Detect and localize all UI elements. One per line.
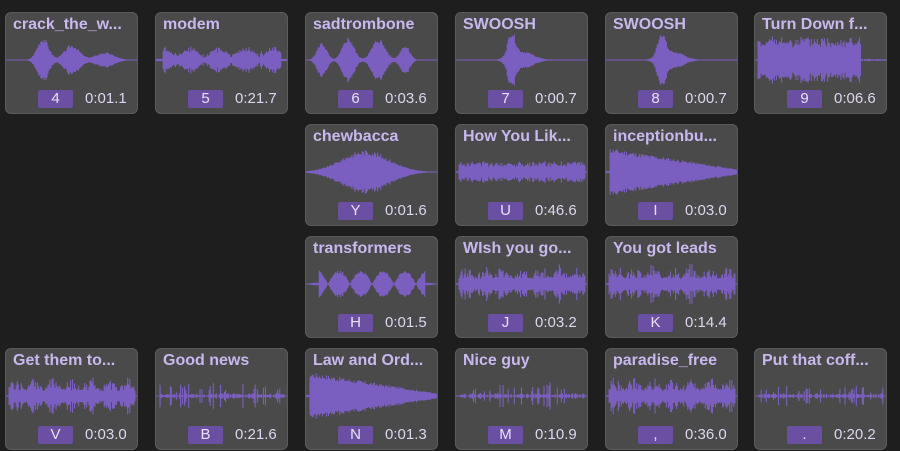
sound-pad[interactable]: sadtrombone 6 0:03.6 bbox=[305, 12, 438, 114]
waveform-graphic bbox=[456, 264, 587, 304]
pad-title: modem bbox=[163, 16, 220, 33]
waveform-graphic bbox=[6, 39, 137, 81]
sound-pad[interactable]: Get them to... V 0:03.0 bbox=[5, 348, 138, 450]
sound-pad[interactable]: SWOOSH 8 0:00.7 bbox=[605, 12, 738, 114]
pad-duration: 0:01.5 bbox=[385, 314, 427, 331]
pad-title: paradise_free bbox=[613, 352, 718, 369]
pad-title: Nice guy bbox=[463, 352, 530, 369]
waveform-graphic bbox=[456, 34, 587, 86]
hotkey-badge: N bbox=[338, 426, 373, 444]
pad-duration: 0:21.7 bbox=[235, 90, 277, 107]
pad-title: Good news bbox=[163, 352, 250, 369]
sound-pad[interactable]: crack_the_w... 4 0:01.1 bbox=[5, 12, 138, 114]
pad-title: crack_the_w... bbox=[13, 16, 122, 33]
hotkey-badge: I bbox=[638, 202, 673, 220]
hotkey-badge: . bbox=[787, 426, 822, 444]
sound-pad[interactable]: Good news B 0:21.6 bbox=[155, 348, 288, 450]
pad-duration: 0:01.6 bbox=[385, 202, 427, 219]
waveform-graphic bbox=[606, 35, 737, 85]
pad-title: chewbacca bbox=[313, 128, 399, 145]
hotkey-badge: V bbox=[38, 426, 73, 444]
pad-title: Get them to... bbox=[13, 352, 116, 369]
pad-title: You got leads bbox=[613, 240, 717, 257]
pad-duration: 0:00.7 bbox=[535, 90, 577, 107]
sound-pad[interactable]: Turn Down f... 9 0:06.6 bbox=[754, 12, 887, 114]
pad-title: sadtrombone bbox=[313, 16, 415, 33]
pad-title: How You Lik... bbox=[463, 128, 571, 145]
waveform-graphic bbox=[456, 160, 587, 184]
waveform-graphic bbox=[755, 36, 886, 84]
pad-duration: 0:14.4 bbox=[685, 314, 727, 331]
soundboard-grid: crack_the_w... 4 0:01.1 modem 5 0:21.7 sadtr… bbox=[0, 0, 900, 451]
waveform-graphic bbox=[755, 386, 886, 406]
pad-title: Put that coff... bbox=[762, 352, 869, 369]
sound-pad[interactable]: SWOOSH 7 0:00.7 bbox=[455, 12, 588, 114]
waveform-graphic bbox=[606, 264, 737, 304]
pad-title: SWOOSH bbox=[613, 16, 686, 33]
sound-pad[interactable]: Put that coff... . 0:20.2 bbox=[754, 348, 887, 450]
hotkey-badge: 7 bbox=[488, 90, 523, 108]
pad-duration: 0:01.1 bbox=[85, 90, 127, 107]
hotkey-badge: B bbox=[188, 426, 223, 444]
waveform-graphic bbox=[306, 37, 437, 83]
waveform-graphic bbox=[306, 373, 437, 419]
pad-duration: 0:03.6 bbox=[385, 90, 427, 107]
sound-pad[interactable]: You got leads K 0:14.4 bbox=[605, 236, 738, 338]
hotkey-badge: K bbox=[638, 314, 673, 332]
waveform-graphic bbox=[606, 149, 737, 195]
waveform-graphic bbox=[156, 46, 287, 74]
sound-pad[interactable]: Law and Ord... N 0:01.3 bbox=[305, 348, 438, 450]
waveform-graphic bbox=[606, 377, 737, 415]
hotkey-badge: M bbox=[488, 426, 523, 444]
sound-pad[interactable]: Nice guy M 0:10.9 bbox=[455, 348, 588, 450]
hotkey-badge: 5 bbox=[188, 90, 223, 108]
sound-pad[interactable]: inceptionbu... I 0:03.0 bbox=[605, 124, 738, 226]
pad-title: SWOOSH bbox=[463, 16, 536, 33]
pad-duration: 0:03.2 bbox=[535, 314, 577, 331]
hotkey-badge: U bbox=[488, 202, 523, 220]
sound-pad[interactable]: WIsh you go... J 0:03.2 bbox=[455, 236, 588, 338]
hotkey-badge: 4 bbox=[38, 90, 73, 108]
waveform-graphic bbox=[156, 383, 287, 409]
hotkey-badge: H bbox=[338, 314, 373, 332]
sound-pad[interactable]: modem 5 0:21.7 bbox=[155, 12, 288, 114]
hotkey-badge: 6 bbox=[338, 90, 373, 108]
pad-duration: 0:21.6 bbox=[235, 426, 277, 443]
hotkey-badge: Y bbox=[338, 202, 373, 220]
waveform-graphic bbox=[6, 377, 137, 415]
pad-title: transformers bbox=[313, 240, 412, 257]
pad-duration: 0:36.0 bbox=[685, 426, 727, 443]
pad-duration: 0:20.2 bbox=[834, 426, 876, 443]
hotkey-badge: 8 bbox=[638, 90, 673, 108]
pad-title: WIsh you go... bbox=[463, 240, 572, 257]
pad-duration: 0:01.3 bbox=[385, 426, 427, 443]
pad-duration: 0:06.6 bbox=[834, 90, 876, 107]
waveform-graphic bbox=[456, 382, 587, 410]
hotkey-badge: , bbox=[638, 426, 673, 444]
pad-duration: 0:03.0 bbox=[85, 426, 127, 443]
waveform-graphic bbox=[306, 150, 437, 194]
pad-duration: 0:00.7 bbox=[685, 90, 727, 107]
sound-pad[interactable]: paradise_free , 0:36.0 bbox=[605, 348, 738, 450]
pad-title: Turn Down f... bbox=[762, 16, 868, 33]
hotkey-badge: J bbox=[488, 314, 523, 332]
pad-title: inceptionbu... bbox=[613, 128, 717, 145]
pad-title: Law and Ord... bbox=[313, 352, 424, 369]
pad-duration: 0:46.6 bbox=[535, 202, 577, 219]
sound-pad[interactable]: How You Lik... U 0:46.6 bbox=[455, 124, 588, 226]
waveform-graphic bbox=[306, 270, 437, 298]
pad-duration: 0:03.0 bbox=[685, 202, 727, 219]
sound-pad[interactable]: transformers H 0:01.5 bbox=[305, 236, 438, 338]
pad-duration: 0:10.9 bbox=[535, 426, 577, 443]
sound-pad[interactable]: chewbacca Y 0:01.6 bbox=[305, 124, 438, 226]
hotkey-badge: 9 bbox=[787, 90, 822, 108]
